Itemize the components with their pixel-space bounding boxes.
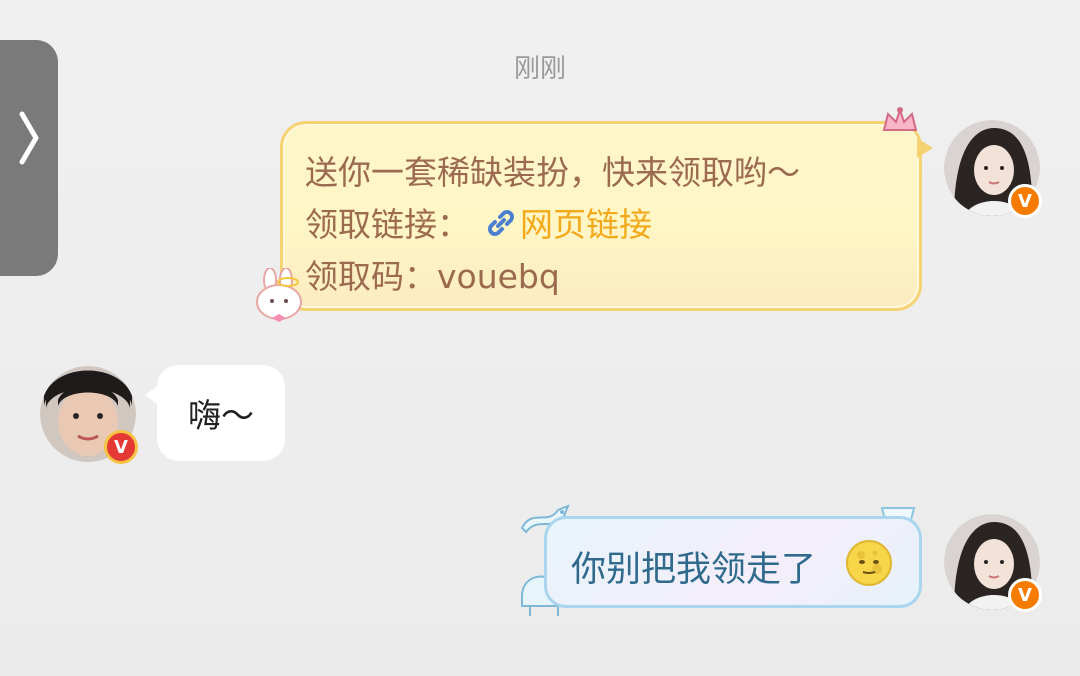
bunny-sticker — [256, 268, 302, 322]
avatar-other[interactable]: V — [40, 366, 138, 464]
avatar-self-1[interactable]: V — [944, 120, 1042, 218]
verified-badge-icon: V — [1008, 578, 1042, 612]
card-line-1: 送你一套稀缺装扮，快来领取哟～ — [305, 153, 800, 192]
crown-sticker — [882, 106, 918, 131]
text-message-bubble[interactable]: 你别把我领走了 — [544, 516, 922, 608]
chevron-right-icon — [19, 111, 39, 165]
avatar-self-2[interactable]: V — [944, 514, 1042, 612]
card-line-3: 领取码：vouebq — [305, 257, 560, 296]
card-line-2: 领取链接： 网页链接 — [305, 198, 652, 248]
bubble-tail — [917, 138, 933, 158]
card-message-bubble[interactable]: 送你一套稀缺装扮，快来领取哟～ 领取链接： 网页链接 领取码：vouebq — [280, 121, 933, 311]
timestamp: 刚刚 — [513, 54, 566, 84]
verified-badge-icon: V — [104, 430, 138, 464]
web-link[interactable]: 网页链接 — [520, 205, 652, 244]
text-message-bubble[interactable]: 嗨～ — [145, 365, 285, 461]
message-text: 嗨～ — [188, 396, 254, 435]
link-label: 领取链接： — [305, 205, 470, 244]
moon-face-emoji — [846, 540, 892, 586]
chat-screen: 刚刚 送你一套稀缺装扮，快来领取哟～ 领取链接： 网页链接 领取码：vouebq — [0, 0, 1080, 676]
message-text: 你别把我领走了 — [571, 550, 817, 590]
verified-badge-icon: V — [1008, 184, 1042, 218]
link-icon — [484, 206, 518, 248]
